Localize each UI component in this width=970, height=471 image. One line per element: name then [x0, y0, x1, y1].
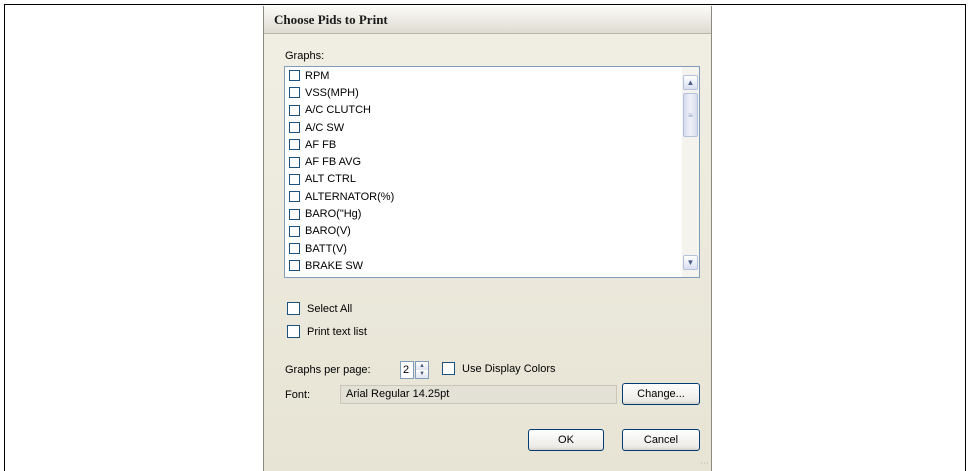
list-item[interactable]: A/C CLUTCH — [285, 102, 682, 119]
graph-item-label: BARO(V) — [305, 225, 351, 238]
cancel-button[interactable]: Cancel — [622, 429, 700, 451]
print-text-list-checkbox[interactable]: Print text list — [287, 325, 367, 338]
scroll-down-button[interactable]: ▼ — [683, 255, 698, 270]
graph-checkbox[interactable] — [289, 87, 300, 99]
choose-pids-dialog: Choose Pids to Print Graphs: RPM VSS(MPH)… — [263, 6, 712, 471]
resize-grip-icon[interactable]: ⋯ — [700, 458, 709, 469]
list-item[interactable]: ALTERNATOR(%) — [285, 188, 682, 205]
scroll-thumb[interactable]: ≡ — [683, 93, 698, 137]
graphs-per-page-spinner[interactable]: ▲ ▼ — [415, 361, 429, 379]
graph-checkbox[interactable] — [289, 225, 300, 237]
graphs-listbox[interactable]: RPM VSS(MPH) A/C CLUTCH A/C SW AF FB AF FB AV… — [284, 66, 700, 278]
graph-item-label: VSS(MPH) — [305, 86, 359, 99]
graph-item-label: BRAKE SW — [305, 259, 364, 272]
graph-item-label: ALTERNATOR(%) — [305, 190, 395, 203]
graph-checkbox[interactable] — [289, 104, 300, 116]
use-display-colors-box[interactable] — [442, 362, 455, 375]
graph-item-label: BATT(V) — [305, 242, 347, 255]
list-item[interactable]: A/C SW — [285, 119, 682, 136]
graph-checkbox[interactable] — [289, 70, 300, 82]
graph-item-label: BARO("Hg) — [305, 208, 362, 221]
chevron-down-icon: ▼ — [686, 258, 695, 267]
graphs-list: RPM VSS(MPH) A/C CLUTCH A/C SW AF FB AF FB AV… — [285, 67, 682, 275]
graph-checkbox[interactable] — [289, 191, 300, 203]
font-label: Font: — [285, 389, 311, 401]
list-item[interactable]: VSS(MPH) — [285, 84, 682, 101]
list-item[interactable]: AF FB AVG — [285, 153, 682, 170]
list-item[interactable]: BRAKE SW — [285, 257, 682, 274]
dialog-title: Choose Pids to Print — [274, 12, 388, 27]
graph-item-label: A/C CLUTCH — [305, 104, 372, 117]
select-all-label: Select All — [307, 302, 353, 315]
graph-item-label: AF FB — [305, 138, 337, 151]
graph-checkbox[interactable] — [289, 122, 300, 134]
list-item[interactable]: AF FB — [285, 136, 682, 153]
spin-down-icon[interactable]: ▼ — [416, 370, 428, 378]
dialog-titlebar[interactable]: Choose Pids to Print — [264, 6, 711, 34]
graph-checkbox[interactable] — [289, 173, 300, 185]
graph-checkbox[interactable] — [289, 260, 300, 272]
spin-up-icon[interactable]: ▲ — [416, 362, 428, 370]
graph-item-label: ALT CTRL — [305, 173, 356, 186]
graph-item-label: RPM — [305, 69, 330, 82]
change-font-button[interactable]: Change... — [622, 383, 700, 405]
graphs-per-page-input[interactable]: 2 — [400, 361, 414, 379]
use-display-colors-label: Use Display Colors — [462, 362, 556, 375]
graph-item-label: AF FB AVG — [305, 156, 362, 169]
scroll-up-button[interactable]: ▲ — [683, 75, 698, 90]
ok-button[interactable]: OK — [528, 429, 604, 451]
graphs-label: Graphs: — [285, 50, 325, 62]
select-all-checkbox[interactable]: Select All — [287, 302, 352, 315]
select-all-box[interactable] — [287, 302, 300, 315]
graph-item-label: A/C SW — [305, 121, 345, 134]
listbox-scrollbar[interactable]: ▲ ≡ ▼ — [682, 67, 699, 277]
graph-checkbox[interactable] — [289, 208, 300, 220]
list-item[interactable]: ALT CTRL — [285, 171, 682, 188]
graph-checkbox[interactable] — [289, 243, 300, 255]
print-text-list-label: Print text list — [307, 325, 367, 338]
list-item[interactable]: RPM — [285, 67, 682, 84]
grip-lines-icon: ≡ — [688, 110, 693, 120]
graph-checkbox[interactable] — [289, 156, 300, 168]
list-item[interactable]: BARO("Hg) — [285, 205, 682, 222]
graph-checkbox[interactable] — [289, 139, 300, 151]
list-item[interactable]: BARO(V) — [285, 223, 682, 240]
chevron-up-icon: ▲ — [686, 78, 695, 87]
font-display-field: Arial Regular 14.25pt — [340, 385, 617, 404]
print-text-list-box[interactable] — [287, 325, 300, 338]
list-item[interactable]: BATT(V) — [285, 240, 682, 257]
use-display-colors-checkbox[interactable]: Use Display Colors — [442, 362, 556, 375]
graphs-per-page-label: Graphs per page: — [285, 364, 371, 376]
